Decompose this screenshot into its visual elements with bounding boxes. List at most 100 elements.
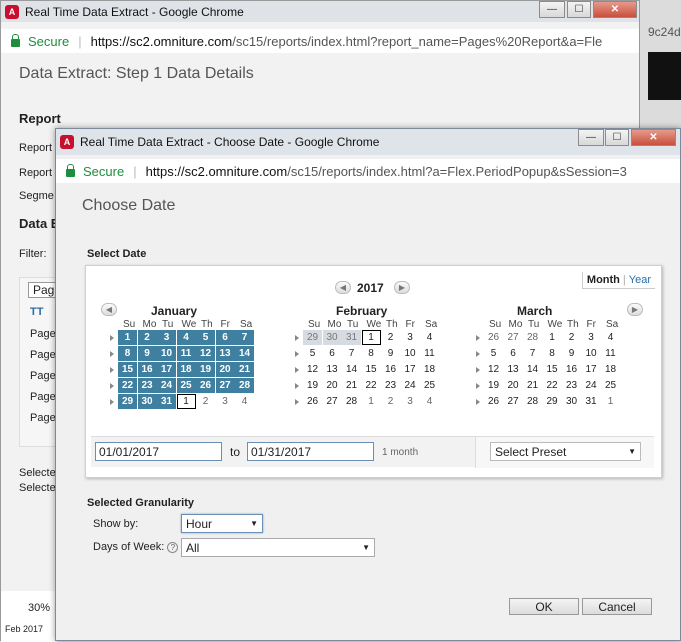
close-button[interactable]: ✕ bbox=[631, 129, 676, 146]
week-select-arrow-icon[interactable] bbox=[476, 383, 480, 389]
week-select-arrow-icon[interactable] bbox=[295, 367, 299, 373]
maximize-button[interactable]: ☐ bbox=[605, 129, 629, 146]
next-year-button[interactable]: ▶ bbox=[394, 281, 410, 294]
calendar-day[interactable]: 2 bbox=[137, 330, 157, 345]
calendar-day[interactable]: 8 bbox=[362, 346, 381, 361]
next-month-button[interactable]: ▶ bbox=[627, 303, 643, 316]
calendar-day[interactable]: 10 bbox=[582, 346, 601, 361]
prev-month-button[interactable]: ◀ bbox=[101, 303, 117, 316]
calendar-day[interactable]: 2 bbox=[381, 394, 400, 409]
calendar-day[interactable]: 24 bbox=[401, 378, 420, 393]
week-select-arrow-icon[interactable] bbox=[295, 351, 299, 357]
calendar-day[interactable]: 4 bbox=[420, 394, 439, 409]
calendar-day[interactable]: 13 bbox=[215, 346, 235, 361]
calendar-day[interactable]: 16 bbox=[562, 362, 581, 377]
calendar-day[interactable]: 4 bbox=[235, 394, 254, 409]
calendar-day[interactable]: 28 bbox=[342, 394, 361, 409]
calendar-day[interactable]: 17 bbox=[157, 362, 176, 377]
calendar-day[interactable]: 9 bbox=[381, 346, 400, 361]
calendar-day[interactable]: 26 bbox=[303, 394, 322, 409]
bg-toolbar-t[interactable]: TT bbox=[30, 306, 43, 318]
calendar-day[interactable]: 20 bbox=[323, 378, 342, 393]
calendar-day[interactable]: 18 bbox=[176, 362, 196, 377]
calendar-day[interactable]: 12 bbox=[196, 346, 215, 361]
calendar-day[interactable]: 30 bbox=[137, 394, 157, 409]
calendar-day[interactable]: 11 bbox=[176, 346, 196, 361]
calendar-day[interactable]: 5 bbox=[303, 346, 322, 361]
calendar-day[interactable]: 4 bbox=[420, 330, 439, 345]
calendar-day[interactable]: 31 bbox=[157, 394, 176, 409]
calendar-day[interactable]: 25 bbox=[420, 378, 439, 393]
calendar-day[interactable]: 4 bbox=[176, 330, 196, 345]
calendar-day[interactable]: 28 bbox=[235, 378, 254, 393]
calendar-day[interactable]: 15 bbox=[118, 362, 137, 377]
calendar-day[interactable]: 27 bbox=[504, 394, 523, 409]
help-icon[interactable]: ? bbox=[167, 541, 179, 553]
calendar-day[interactable]: 27 bbox=[215, 378, 235, 393]
week-select-arrow-icon[interactable] bbox=[295, 383, 299, 389]
calendar-day[interactable]: 16 bbox=[381, 362, 400, 377]
calendar-day[interactable]: 14 bbox=[523, 362, 542, 377]
calendar-day[interactable]: 25 bbox=[176, 378, 196, 393]
preset-select[interactable]: Select Preset ▼ bbox=[490, 442, 641, 461]
week-select-arrow-icon[interactable] bbox=[476, 335, 480, 341]
calendar-day[interactable]: 2 bbox=[381, 330, 400, 345]
calendar-day[interactable]: 5 bbox=[196, 330, 215, 345]
tab-year[interactable]: Year bbox=[629, 274, 651, 286]
calendar-day[interactable]: 28 bbox=[523, 394, 542, 409]
calendar-day[interactable]: 20 bbox=[215, 362, 235, 377]
calendar-day[interactable]: 13 bbox=[504, 362, 523, 377]
week-select-arrow-icon[interactable] bbox=[476, 367, 480, 373]
calendar-day[interactable]: 1 bbox=[362, 394, 381, 409]
calendar-day[interactable]: 19 bbox=[484, 378, 503, 393]
calendar-day[interactable]: 7 bbox=[523, 346, 542, 361]
tab-month[interactable]: Month bbox=[587, 274, 620, 286]
show-by-select[interactable]: Hour ▼ bbox=[181, 514, 263, 533]
calendar-day[interactable]: 1 bbox=[176, 394, 196, 409]
calendar-day[interactable]: 21 bbox=[523, 378, 542, 393]
calendar-day[interactable]: 18 bbox=[601, 362, 620, 377]
calendar-day[interactable]: 22 bbox=[118, 378, 137, 393]
calendar-day[interactable]: 9 bbox=[137, 346, 157, 361]
week-select-arrow-icon[interactable] bbox=[110, 383, 114, 389]
calendar-day[interactable]: 31 bbox=[342, 330, 361, 345]
calendar-day[interactable]: 3 bbox=[157, 330, 176, 345]
calendar-day[interactable]: 6 bbox=[504, 346, 523, 361]
ok-button[interactable]: OK bbox=[509, 598, 579, 615]
calendar-day[interactable]: 22 bbox=[543, 378, 562, 393]
calendar-day[interactable]: 15 bbox=[362, 362, 381, 377]
calendar-day[interactable]: 3 bbox=[216, 394, 235, 409]
calendar-day[interactable]: 26 bbox=[484, 394, 503, 409]
calendar-day[interactable]: 30 bbox=[322, 330, 342, 345]
week-select-arrow-icon[interactable] bbox=[110, 351, 114, 357]
calendar-day[interactable]: 6 bbox=[215, 330, 235, 345]
calendar-day[interactable]: 8 bbox=[543, 346, 562, 361]
calendar-day[interactable]: 10 bbox=[401, 346, 420, 361]
end-date-input[interactable]: 01/31/2017 bbox=[247, 442, 374, 461]
calendar-day[interactable]: 3 bbox=[401, 394, 420, 409]
calendar-day[interactable]: 27 bbox=[323, 394, 342, 409]
cancel-button[interactable]: Cancel bbox=[582, 598, 652, 615]
calendar-day[interactable]: 11 bbox=[420, 346, 439, 361]
calendar-day[interactable]: 24 bbox=[582, 378, 601, 393]
calendar-day[interactable]: 5 bbox=[484, 346, 503, 361]
calendar-day[interactable]: 1 bbox=[601, 394, 620, 409]
calendar-day[interactable]: 17 bbox=[401, 362, 420, 377]
calendar-day[interactable]: 6 bbox=[323, 346, 342, 361]
week-select-arrow-icon[interactable] bbox=[110, 367, 114, 373]
calendar-day[interactable]: 3 bbox=[582, 330, 601, 345]
calendar-day[interactable]: 8 bbox=[118, 346, 137, 361]
calendar-day[interactable]: 17 bbox=[582, 362, 601, 377]
calendar-day[interactable]: 26 bbox=[196, 378, 215, 393]
calendar-day[interactable]: 14 bbox=[342, 362, 361, 377]
calendar-day[interactable]: 18 bbox=[420, 362, 439, 377]
calendar-day[interactable]: 19 bbox=[196, 362, 215, 377]
calendar-day[interactable]: 23 bbox=[381, 378, 400, 393]
week-select-arrow-icon[interactable] bbox=[295, 399, 299, 405]
calendar-day[interactable]: 21 bbox=[235, 362, 254, 377]
calendar-day[interactable]: 12 bbox=[484, 362, 503, 377]
calendar-day[interactable]: 1 bbox=[118, 330, 137, 345]
calendar-day[interactable]: 9 bbox=[562, 346, 581, 361]
calendar-day[interactable]: 1 bbox=[543, 330, 562, 345]
days-of-week-select[interactable]: All ▼ bbox=[181, 538, 375, 557]
